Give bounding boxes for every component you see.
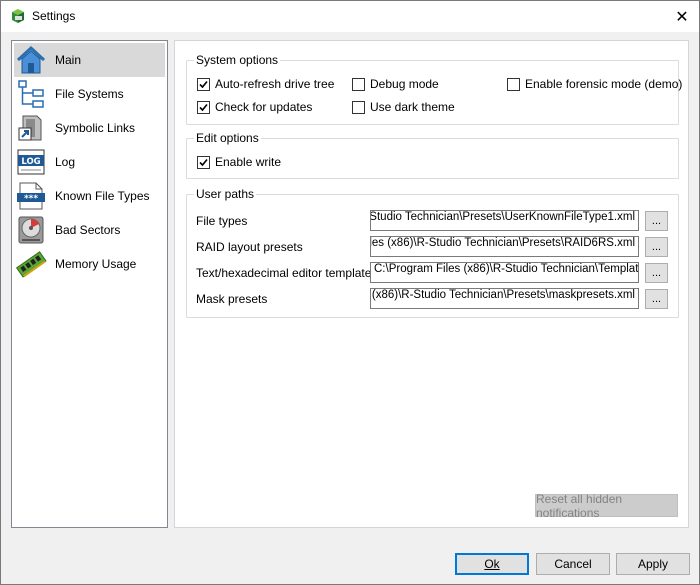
mask-presets-path-input[interactable]: C:\Program Files (x86)\R-Studio Technici… — [370, 288, 639, 309]
sidebar-item-bad-sectors[interactable]: Bad Sectors — [14, 213, 165, 247]
editor-templates-path-input[interactable]: C:\Program Files (x86)\R-Studio Technici… — [370, 262, 639, 283]
raid-presets-path-input[interactable]: C:\Program Files (x86)\R-Studio Technici… — [370, 236, 639, 257]
path-label-file-types: File types — [196, 214, 248, 228]
file-types-path-input[interactable]: C:\Program Files (x86)\R-Studio Technici… — [370, 210, 639, 231]
log-icon: LOG — [17, 149, 45, 175]
sidebar-item-label: Log — [55, 155, 76, 169]
cancel-label: Cancel — [554, 557, 592, 571]
sidebar-item-label: Known File Types — [55, 189, 150, 203]
path-value: C:\Program Files (x86)\R-Studio Technici… — [370, 211, 635, 223]
dark-theme-checkbox[interactable]: Use dark theme — [352, 100, 455, 114]
path-label-raid-presets: RAID layout presets — [196, 240, 303, 254]
debug-mode-checkbox[interactable]: Debug mode — [352, 77, 439, 91]
sidebar-item-symbolic-links[interactable]: Symbolic Links — [14, 111, 165, 145]
group-title: Edit options — [194, 131, 261, 145]
disk-icon — [18, 216, 44, 244]
app-icon — [12, 9, 24, 23]
cancel-button[interactable]: Cancel — [536, 553, 610, 575]
svg-text:LOG: LOG — [21, 157, 40, 167]
close-button[interactable]: ✕ — [665, 1, 699, 32]
window-title: Settings — [32, 9, 76, 23]
sidebar-item-file-systems[interactable]: File Systems — [14, 77, 165, 111]
check-icon — [199, 103, 208, 111]
sidebar-item-label: Symbolic Links — [55, 121, 136, 135]
sidebar-item-label: Main — [55, 53, 82, 67]
user-paths-group: User paths File types C:\Program Files (… — [186, 187, 679, 318]
sidebar-item-label: File Systems — [55, 87, 124, 101]
checkbox-label: Auto-refresh drive tree — [215, 77, 335, 91]
browse-file-types-button[interactable]: ... — [645, 211, 668, 231]
browse-mask-presets-button[interactable]: ... — [645, 289, 668, 309]
ok-label: Ok — [484, 557, 500, 571]
path-label-mask-presets: Mask presets — [196, 292, 268, 306]
path-label-editor-templates: Text/hexadecimal editor templates — [196, 266, 378, 280]
house-icon — [16, 45, 46, 74]
close-icon: ✕ — [675, 8, 689, 26]
apply-button[interactable]: Apply — [616, 553, 690, 575]
auto-refresh-checkbox[interactable]: Auto-refresh drive tree — [197, 77, 334, 91]
checkbox-box — [352, 77, 365, 91]
group-title: System options — [194, 53, 281, 67]
check-icon — [199, 80, 208, 88]
sidebar-item-label: Bad Sectors — [55, 223, 121, 237]
settings-window: Settings ✕ Main File Systems Symbolic Li… — [0, 0, 700, 585]
browse-editor-templates-button[interactable]: ... — [645, 263, 668, 283]
edit-options-group: Edit options Enable write — [186, 131, 679, 179]
checkbox-box — [197, 155, 210, 169]
checkbox-label: Enable write — [215, 155, 282, 169]
forensic-mode-checkbox[interactable]: Enable forensic mode (demo) — [507, 77, 682, 91]
memory-chip-icon — [15, 251, 47, 278]
checkbox-box — [197, 100, 210, 114]
title-bar: Settings ✕ — [1, 1, 699, 32]
sidebar-item-memory-usage[interactable]: Memory Usage — [14, 247, 165, 281]
check-icon — [199, 158, 208, 166]
shortcut-icon — [18, 115, 42, 141]
path-value: C:\Program Files (x86)\R-Studio Technici… — [374, 263, 639, 275]
sidebar-item-main[interactable]: Main — [14, 43, 165, 77]
path-value: C:\Program Files (x86)\R-Studio Technici… — [370, 237, 635, 249]
checkbox-label: Enable forensic mode (demo) — [525, 77, 683, 91]
svg-text:***: *** — [24, 194, 38, 204]
settings-panel: System options Auto-refresh drive tree C… — [174, 40, 689, 528]
sidebar-item-label: Memory Usage — [55, 257, 137, 271]
sidebar-item-log[interactable]: LOG Log — [14, 145, 165, 179]
ok-button[interactable]: Ok — [455, 553, 529, 575]
checkbox-label: Debug mode — [370, 77, 439, 91]
enable-write-checkbox[interactable]: Enable write — [197, 155, 281, 169]
browse-raid-presets-button[interactable]: ... — [645, 237, 668, 257]
group-title: User paths — [194, 187, 257, 201]
file-types-icon: *** — [17, 182, 45, 210]
tree-icon — [18, 80, 44, 108]
checkbox-label: Check for updates — [215, 100, 313, 114]
settings-sidebar: Main File Systems Symbolic Links LOG Log… — [11, 40, 168, 528]
path-value: C:\Program Files (x86)\R-Studio Technici… — [371, 289, 635, 301]
system-options-group: System options Auto-refresh drive tree C… — [186, 53, 682, 125]
check-updates-checkbox[interactable]: Check for updates — [197, 100, 312, 114]
sidebar-item-known-file-types[interactable]: *** Known File Types — [14, 179, 165, 213]
apply-label: Apply — [637, 557, 669, 571]
checkbox-box — [352, 100, 365, 114]
checkbox-label: Use dark theme — [370, 100, 455, 114]
checkbox-box — [197, 77, 210, 91]
reset-notifications-button[interactable]: Reset all hidden notifications — [535, 492, 678, 520]
checkbox-box — [507, 77, 520, 91]
